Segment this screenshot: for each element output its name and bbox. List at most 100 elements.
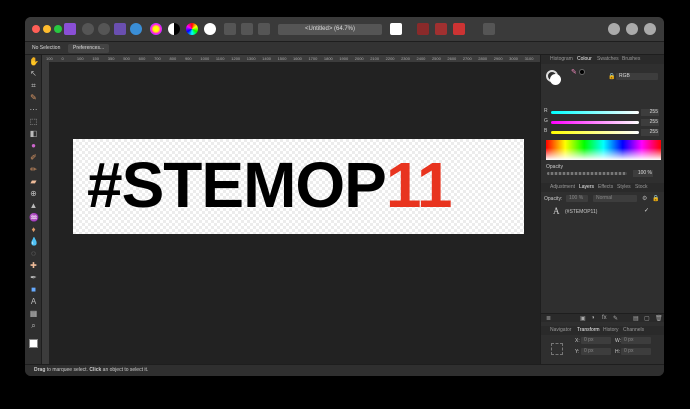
opacity-slider[interactable] xyxy=(547,172,627,175)
white-balance-icon[interactable] xyxy=(204,23,216,35)
layer-stack-icon[interactable]: ≣ xyxy=(546,315,551,322)
tab-layers[interactable]: Layers xyxy=(579,183,594,192)
studio-icon[interactable] xyxy=(626,23,638,35)
layer-settings-icon[interactable]: ⚙ xyxy=(642,195,647,202)
add-layer-icon[interactable]: ▢ xyxy=(644,315,650,322)
crop-tool-icon[interactable]: ⌗ xyxy=(29,81,38,90)
mask-icon[interactable]: ▣ xyxy=(580,315,586,322)
pixel-persona-icon[interactable] xyxy=(82,23,94,35)
snapping-icon[interactable] xyxy=(224,23,236,35)
document-title[interactable]: <Untitled> (64.7%) xyxy=(278,24,382,35)
tab-channels[interactable]: Channels xyxy=(623,326,644,335)
grid-icon[interactable] xyxy=(241,23,253,35)
zoom-window-button[interactable] xyxy=(54,25,62,33)
shape-tool-icon[interactable]: ■ xyxy=(29,285,38,294)
share-icon[interactable] xyxy=(130,23,142,35)
layer-row[interactable]: A (#STEMOP11) ✓ xyxy=(541,205,664,219)
h-field[interactable]: 0 px xyxy=(621,348,651,355)
red-channel-value[interactable]: 255 xyxy=(641,109,659,116)
preferences-button[interactable]: Preferences... xyxy=(68,44,110,53)
brush-layer-icon[interactable]: ✎ xyxy=(613,315,618,322)
move-tool-icon[interactable]: ↖ xyxy=(29,69,38,78)
transform-icon[interactable] xyxy=(453,23,465,35)
layer-visibility-check-icon[interactable]: ✓ xyxy=(644,207,649,214)
group-icon[interactable]: ▤ xyxy=(633,315,639,322)
primary-colour-swatch[interactable] xyxy=(29,339,38,348)
blue-channel-slider[interactable] xyxy=(551,131,639,134)
close-window-button[interactable] xyxy=(32,25,40,33)
hand-tool-icon[interactable]: ✋ xyxy=(29,57,39,66)
fx-icon[interactable]: fx xyxy=(602,315,607,321)
lock-icon[interactable]: 🔒 xyxy=(608,73,615,80)
designer-persona-icon[interactable] xyxy=(64,23,76,35)
blend-mode-select[interactable]: Normal xyxy=(593,195,637,202)
document-artboard[interactable]: #STEMOP11 xyxy=(73,139,524,234)
colour-picker-icon[interactable]: ● xyxy=(29,141,38,150)
zoom-tool-icon[interactable]: ⌕ xyxy=(29,321,38,330)
studio-panel: Histogram Colour Swatches Brushes ✎ 🔒 RG… xyxy=(540,55,664,372)
dodge-tool-icon[interactable]: ♒ xyxy=(29,213,39,222)
tab-effects[interactable]: Effects xyxy=(598,183,613,192)
red-channel-slider[interactable] xyxy=(551,111,639,114)
align-icon[interactable] xyxy=(435,23,447,35)
clip-icon[interactable] xyxy=(258,23,270,35)
pen-tool-icon[interactable]: ✒ xyxy=(29,273,38,282)
contrast-icon[interactable] xyxy=(168,23,180,35)
layer-lock-icon[interactable]: 🔒 xyxy=(652,195,659,202)
w-field[interactable]: 0 px xyxy=(621,337,651,344)
minimize-window-button[interactable] xyxy=(43,25,51,33)
fill-colour-icon[interactable] xyxy=(550,74,561,85)
colour-model-select[interactable]: RGB xyxy=(616,73,658,80)
green-channel-slider[interactable] xyxy=(551,121,639,124)
tab-stock[interactable]: Stock xyxy=(635,183,648,192)
pin-icon[interactable] xyxy=(483,23,495,35)
eraser-tool-icon[interactable]: ▰ xyxy=(29,177,38,186)
marquee-tool-icon[interactable]: ⬚ xyxy=(29,117,38,126)
tab-history[interactable]: History xyxy=(603,326,619,335)
export-persona-icon[interactable] xyxy=(98,23,110,35)
pencil-tool-icon[interactable]: ✏ xyxy=(29,165,38,174)
arrange-icon[interactable] xyxy=(417,23,429,35)
fill-tool-icon[interactable]: ▲ xyxy=(29,201,38,210)
title-bar: <Untitled> (64.7%) xyxy=(25,17,664,42)
black-swatch-icon[interactable] xyxy=(579,69,585,75)
tab-adjustment[interactable]: Adjustment xyxy=(550,183,575,192)
anchor-point-icon[interactable] xyxy=(551,343,563,355)
mesh-warp-icon[interactable]: ▦ xyxy=(29,309,38,318)
tab-swatches[interactable]: Swatches xyxy=(597,55,619,64)
layer-opacity-field[interactable]: 100 % xyxy=(566,195,588,202)
opacity-value[interactable]: 100 % xyxy=(633,170,653,177)
brush-tool-icon[interactable]: ✎ xyxy=(29,93,38,102)
smudge-tool-icon[interactable]: ♦ xyxy=(29,225,38,234)
clone-tool-icon[interactable]: ⊕ xyxy=(29,189,38,198)
green-channel-value[interactable]: 255 xyxy=(641,119,659,126)
text-tool-icon[interactable]: A xyxy=(29,297,38,306)
blue-channel-value[interactable]: 255 xyxy=(641,129,659,136)
y-field[interactable]: 0 px xyxy=(581,348,611,355)
tab-brushes[interactable]: Brushes xyxy=(622,55,640,64)
tab-navigator[interactable]: Navigator xyxy=(550,326,571,335)
assistant-icon[interactable] xyxy=(608,23,620,35)
sponge-tool-icon[interactable]: ◌ xyxy=(29,249,38,258)
flood-select-icon[interactable]: ◧ xyxy=(29,129,38,138)
adjustment-icon[interactable]: ◑ xyxy=(591,315,595,321)
delete-layer-icon[interactable]: 🗑 xyxy=(655,315,663,322)
tab-transform[interactable]: Transform xyxy=(577,326,600,335)
healing-tool-icon[interactable]: ✚ xyxy=(29,261,38,270)
artboard-text[interactable]: #STEMOP11 xyxy=(87,153,452,217)
paint-brush-icon[interactable]: ✐ xyxy=(29,153,38,162)
colour-wheel-icon[interactable] xyxy=(150,23,162,35)
x-field[interactable]: 0 px xyxy=(581,337,611,344)
colour-spectrum[interactable] xyxy=(546,140,661,160)
hue-icon[interactable] xyxy=(186,23,198,35)
order-icon[interactable] xyxy=(390,23,402,35)
horizontal-ruler: 100 0 100 150 350 500 600 700 800 900 1000 1100 1200… xyxy=(42,55,540,62)
tab-histogram[interactable]: Histogram xyxy=(550,55,573,64)
tab-colour[interactable]: Colour xyxy=(577,55,592,64)
view-mode-icon[interactable] xyxy=(114,23,126,35)
help-icon[interactable] xyxy=(644,23,656,35)
eyedropper-icon[interactable]: ✎ xyxy=(571,68,577,76)
tab-styles[interactable]: Styles xyxy=(617,183,631,192)
selection-brush-icon[interactable]: ⋯ xyxy=(29,105,38,114)
blur-tool-icon[interactable]: 💧 xyxy=(29,237,39,246)
